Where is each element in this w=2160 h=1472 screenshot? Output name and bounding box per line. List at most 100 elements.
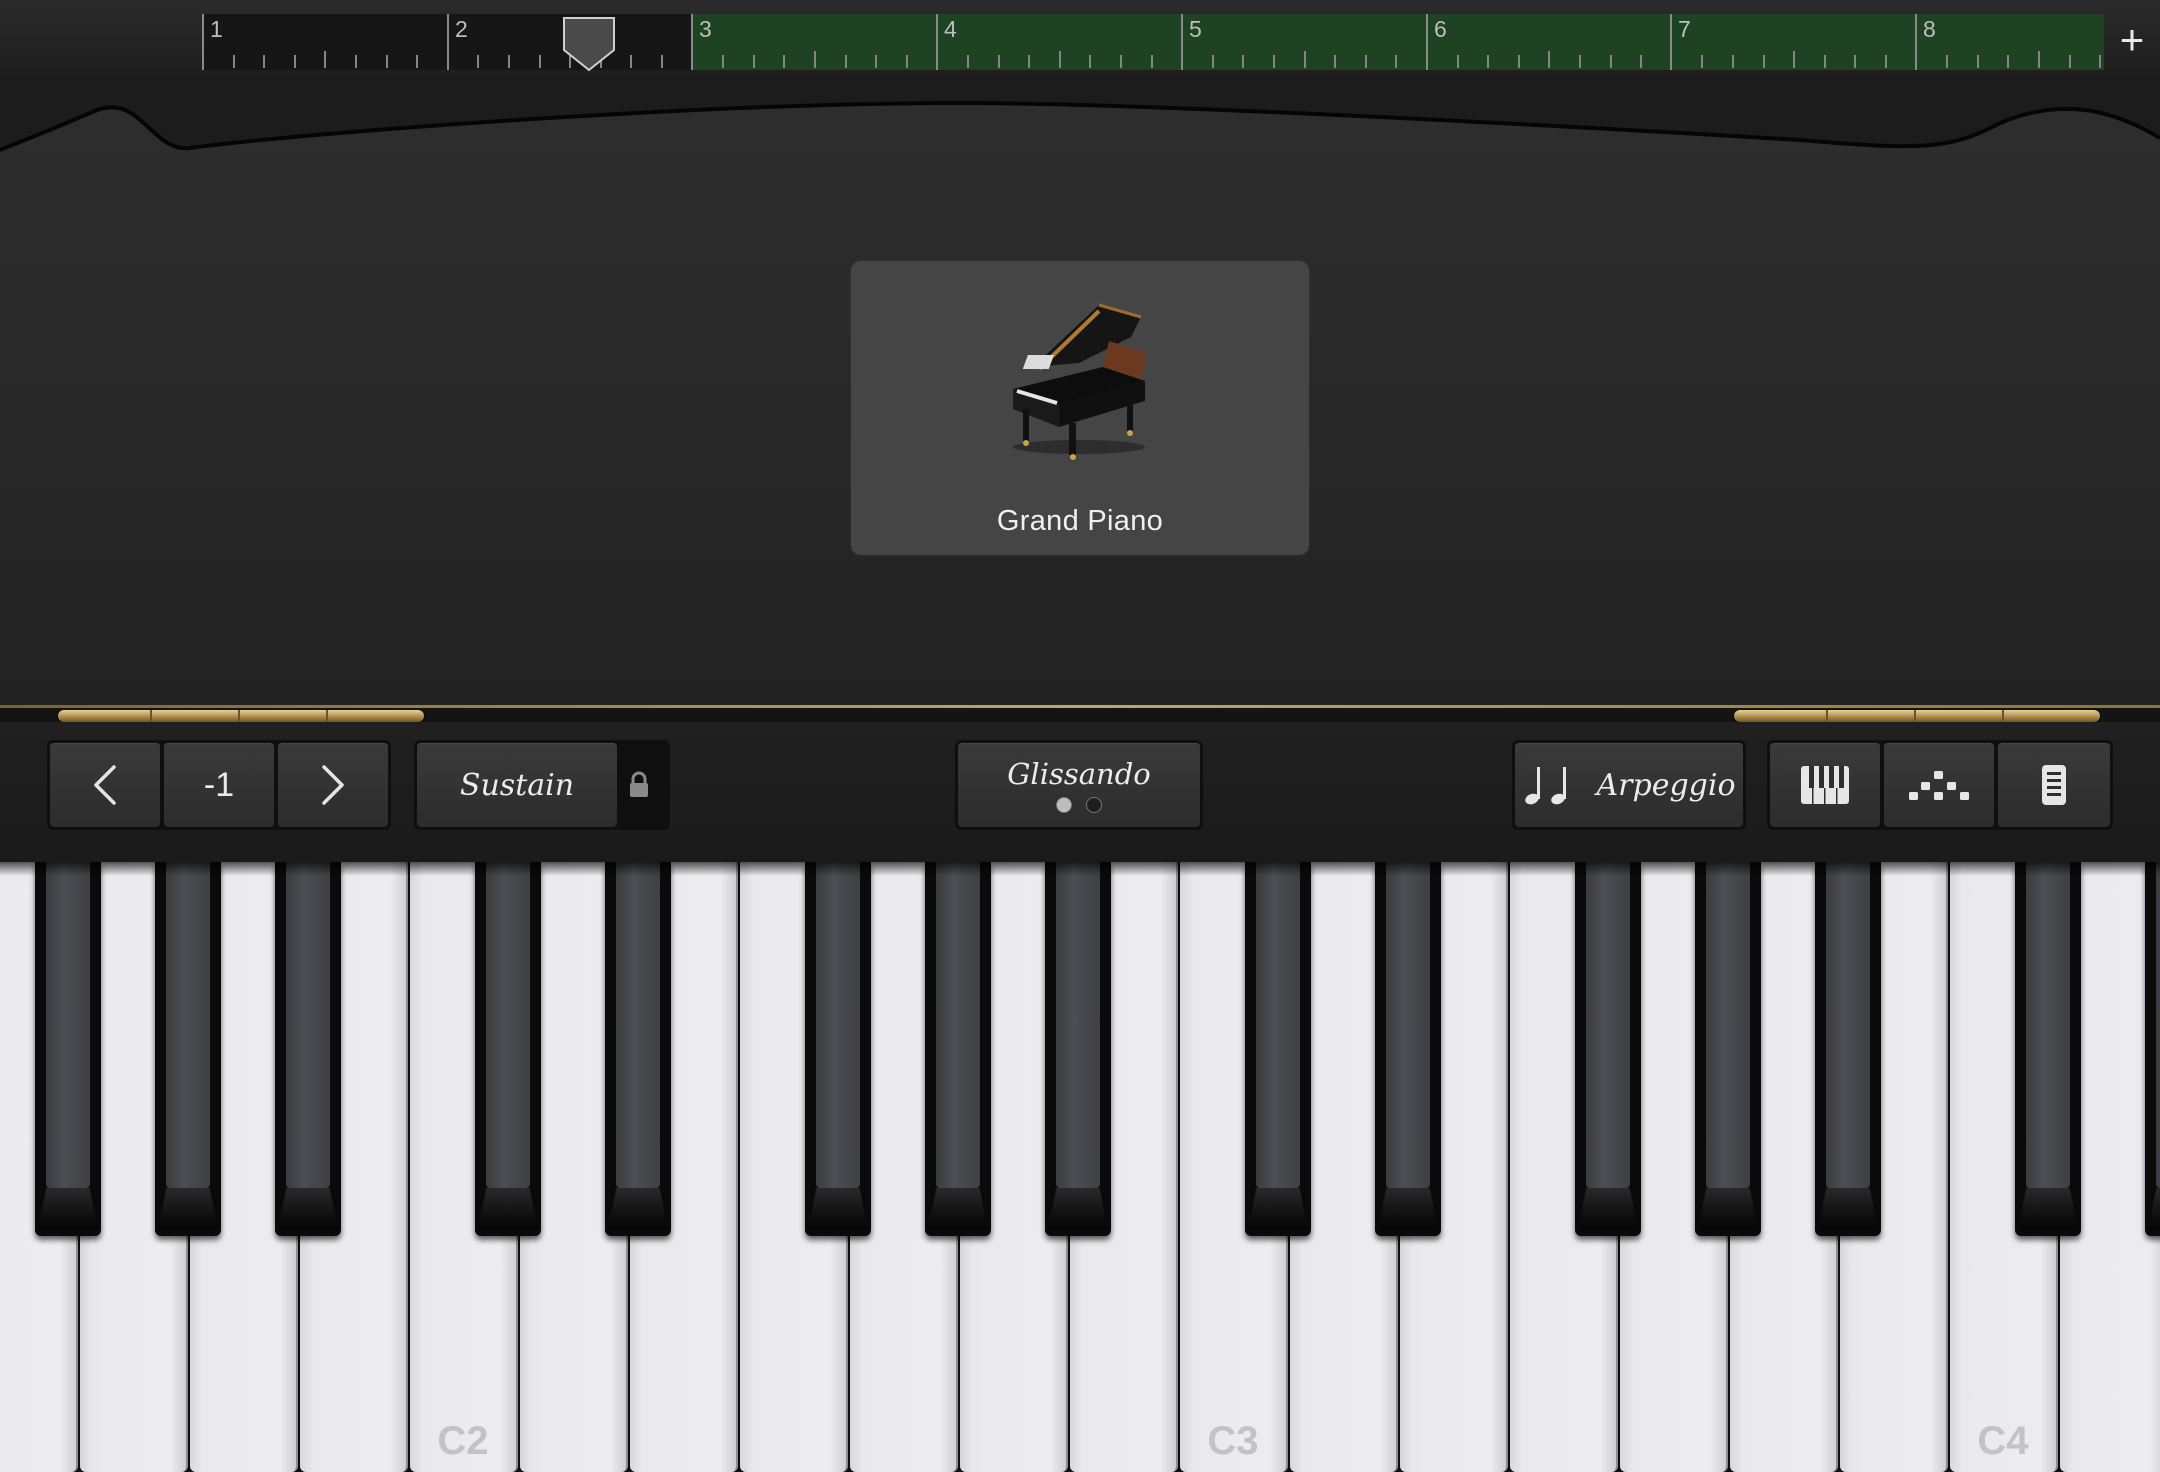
bar-number: 3 [699,16,712,42]
ruler-tick [1120,55,1122,68]
scale-layout-button[interactable] [1884,743,1994,827]
page-dot-1 [1056,797,1072,813]
ruler-bar-3: 3 [691,14,712,70]
bar-number: 2 [455,16,468,42]
ruler-tick [416,55,418,68]
key-label-c4: C4 [1977,1419,2029,1463]
keyboard-settings-icon [2042,765,2066,805]
black-key[interactable] [275,862,341,1236]
ruler-tick [1946,55,1948,68]
keyboard-layout-button[interactable] [1770,743,1880,827]
ruler-tick [1487,55,1489,68]
black-key[interactable] [2145,862,2160,1236]
black-key[interactable] [475,862,541,1236]
ruler-tick [386,55,388,68]
ruler-tick [1640,55,1642,68]
keyboard-settings-button[interactable] [1998,743,2110,827]
black-key[interactable] [155,862,221,1236]
black-key[interactable] [1695,862,1761,1236]
black-key[interactable] [925,862,991,1236]
ruler-tick [1548,51,1550,68]
ruler-tick [1854,55,1856,68]
ruler-tick [1089,55,1091,68]
ruler-tick [1273,55,1275,68]
ruler-bar-6: 6 [1426,14,1447,70]
octave-control: -1 [47,740,391,830]
ruler-tick [630,55,632,68]
ruler-tick [1242,55,1244,68]
ruler-tick [1151,55,1153,68]
ruler-tick [875,55,877,68]
sustain-button[interactable]: Sustain [417,743,617,827]
ruler-tick [1395,55,1397,68]
scale-layout-icon [1909,771,1969,800]
page-indicator [958,797,1200,813]
ruler-tick [845,55,847,68]
playhead[interactable] [562,16,616,72]
ruler-tick [1059,51,1061,68]
ruler-tick [1518,55,1520,68]
glissando-control: Glissando [955,740,1203,830]
arpeggiator-label: Arpeggio [1596,767,1736,803]
ruler-tick [2007,55,2009,68]
ruler-tick [263,55,265,68]
black-key[interactable] [35,862,101,1236]
sustain-lock-button[interactable] [624,770,654,800]
ruler-bar-8: 8 [1915,14,1936,70]
gold-handle-left [58,710,424,722]
ruler-bar-1: 1 [202,14,223,70]
ruler-tick [1824,55,1826,68]
notes-icon [1525,767,1567,805]
ruler-bar-4: 4 [936,14,957,70]
ruler-bar-2: 2 [447,14,468,70]
black-key[interactable] [805,862,871,1236]
bar-number: 1 [210,16,223,42]
piano-lid-curve [0,78,2160,152]
keyboard-layout-icon [1801,766,1849,804]
arpeggiator-button[interactable]: Arpeggio [1515,743,1743,827]
ruler-tick [477,55,479,68]
ruler-tick [1212,55,1214,68]
ruler-tick [783,55,785,68]
ruler-tick [1028,55,1030,68]
sustain-control: Sustain [414,740,670,830]
black-key[interactable] [1575,862,1641,1236]
grand-piano-image [1013,303,1147,460]
octave-down-button[interactable] [50,743,160,827]
ruler-tick [1701,55,1703,68]
key-label-c2: C2 [437,1419,489,1463]
ruler-tick [2099,55,2101,68]
black-key[interactable] [2015,862,2081,1236]
ruler-tick [814,51,816,68]
ruler-tick [539,55,541,68]
add-section-button[interactable]: + [2112,18,2152,64]
arpeggiator-control: Arpeggio [1512,740,1746,830]
view-controls [1767,740,2113,830]
bar-number: 8 [1923,16,1936,42]
black-key[interactable] [1815,862,1881,1236]
glissando-button[interactable]: Glissando [958,743,1200,827]
octave-value: -1 [164,743,274,827]
ruler-tick [967,55,969,68]
bar-number: 7 [1678,16,1691,42]
ruler-tick [355,55,357,68]
black-key[interactable] [1045,862,1111,1236]
ruler-tick [1579,55,1581,68]
chevron-right-icon [322,765,344,805]
black-key[interactable] [1245,862,1311,1236]
ruler-bar-7: 7 [1670,14,1691,70]
ruler-tick [1885,55,1887,68]
octave-up-button[interactable] [278,743,388,827]
piano-keyboard[interactable]: C2 C3 C4 [0,862,2160,1472]
instrument-selector[interactable]: Grand Piano [851,261,1309,555]
ruler-tick [1304,51,1306,68]
recorded-region[interactable] [691,14,2104,70]
ruler-tick [1457,55,1459,68]
black-key[interactable] [605,862,671,1236]
glissando-label: Glissando [1007,757,1151,791]
black-key[interactable] [1375,862,1441,1236]
ruler-tick [294,55,296,68]
ruler-tick [1763,55,1765,68]
timeline-ruler[interactable]: 1 2 3 4 5 6 7 8 [202,14,2104,70]
ruler-tick [1610,55,1612,68]
